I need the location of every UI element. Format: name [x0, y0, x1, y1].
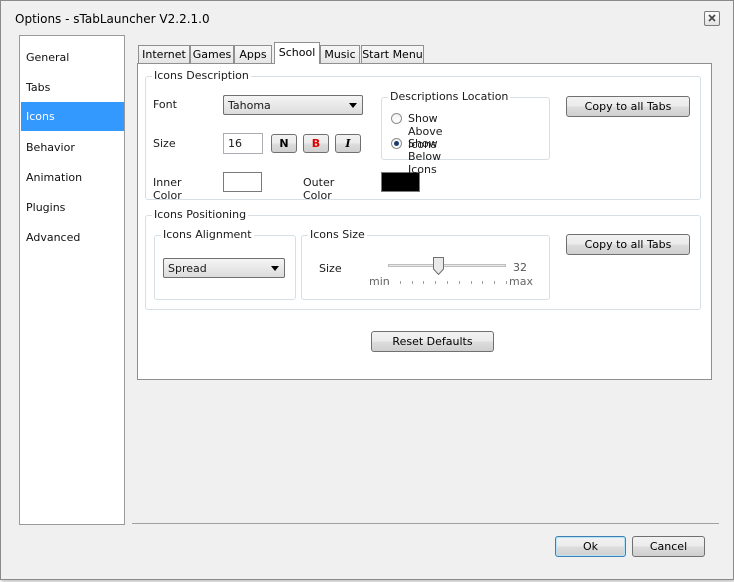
inner-color-label: Inner Color	[153, 176, 182, 202]
show-above-radio[interactable]	[391, 113, 402, 124]
icons-size-title: Icons Size	[308, 228, 367, 241]
icons-description-title: Icons Description	[152, 69, 251, 82]
bold-style-button[interactable]: B	[303, 134, 329, 153]
slider-max-label: max	[509, 275, 533, 288]
ok-button[interactable]: Ok	[555, 536, 626, 557]
copy-description-to-all-tabs-button[interactable]: Copy to all Tabs	[566, 96, 690, 117]
slider-tick	[435, 281, 437, 284]
close-icon	[708, 14, 716, 22]
slider-tick	[411, 281, 413, 284]
title-bar[interactable]: Options - sTabLauncher V2.2.1.0	[1, 1, 733, 35]
copy-positioning-to-all-tabs-button[interactable]: Copy to all Tabs	[566, 234, 690, 255]
font-select[interactable]: Tahoma	[223, 95, 363, 115]
tab-start-menu[interactable]: Start Menu	[361, 45, 424, 64]
tab-school[interactable]: School	[274, 42, 320, 64]
tab-apps[interactable]: Apps	[234, 45, 272, 64]
sidebar-item-advanced[interactable]: Advanced	[21, 223, 124, 252]
icon-size-label: Size	[319, 262, 342, 275]
slider-tick	[399, 281, 401, 284]
font-size-value: 16	[228, 137, 242, 150]
tab-music[interactable]: Music	[320, 45, 360, 64]
chevron-down-icon	[349, 103, 357, 108]
icons-alignment-select[interactable]: Spread	[163, 258, 285, 278]
slider-tick	[423, 281, 425, 284]
slider-tick	[470, 281, 472, 284]
icon-size-slider-thumb[interactable]	[432, 257, 444, 275]
outer-color-label: Outer Color	[303, 176, 335, 202]
sidebar-item-general[interactable]: General	[21, 43, 124, 72]
slider-tick	[458, 281, 460, 284]
window-title: Options - sTabLauncher V2.2.1.0	[15, 12, 210, 26]
options-window: Options - sTabLauncher V2.2.1.0 General …	[0, 0, 734, 580]
reset-defaults-button[interactable]: Reset Defaults	[371, 331, 494, 352]
category-list: General Tabs Icons Behavior Animation Pl…	[19, 35, 125, 525]
sidebar-item-behavior[interactable]: Behavior	[21, 133, 124, 162]
descriptions-location-title: Descriptions Location	[388, 90, 511, 103]
sidebar-item-tabs[interactable]: Tabs	[21, 73, 124, 102]
icons-positioning-title: Icons Positioning	[152, 208, 249, 221]
slider-tick	[447, 281, 448, 284]
icons-alignment-title: Icons Alignment	[161, 228, 254, 241]
slider-tick	[482, 281, 484, 284]
footer-divider	[132, 523, 719, 524]
show-below-label[interactable]: Show Below Icons	[408, 137, 441, 176]
tab-internet[interactable]: Internet	[138, 45, 190, 64]
slider-min-label: min	[369, 275, 390, 288]
cancel-button[interactable]: Cancel	[632, 536, 705, 557]
italic-style-button[interactable]: I	[335, 134, 361, 153]
font-size-field[interactable]: 16	[223, 133, 263, 154]
font-label: Font	[153, 98, 177, 111]
close-button[interactable]	[704, 11, 720, 26]
slider-tick	[506, 281, 507, 284]
icon-size-value: 32	[513, 261, 527, 274]
font-select-value: Tahoma	[228, 99, 271, 112]
chevron-down-icon	[271, 266, 279, 271]
sidebar-item-animation[interactable]: Animation	[21, 163, 124, 192]
show-below-radio[interactable]	[391, 138, 402, 149]
sidebar-item-icons[interactable]: Icons	[21, 102, 124, 131]
icons-alignment-value: Spread	[168, 262, 207, 275]
icon-size-slider-track[interactable]	[388, 264, 506, 267]
tab-games[interactable]: Games	[190, 45, 234, 64]
size-label: Size	[153, 137, 176, 150]
inner-color-swatch[interactable]	[223, 172, 262, 192]
normal-style-button[interactable]: N	[271, 134, 297, 153]
descriptions-location-group: Descriptions Location	[381, 90, 550, 160]
sidebar-item-plugins[interactable]: Plugins	[21, 193, 124, 222]
slider-tick	[494, 281, 496, 284]
